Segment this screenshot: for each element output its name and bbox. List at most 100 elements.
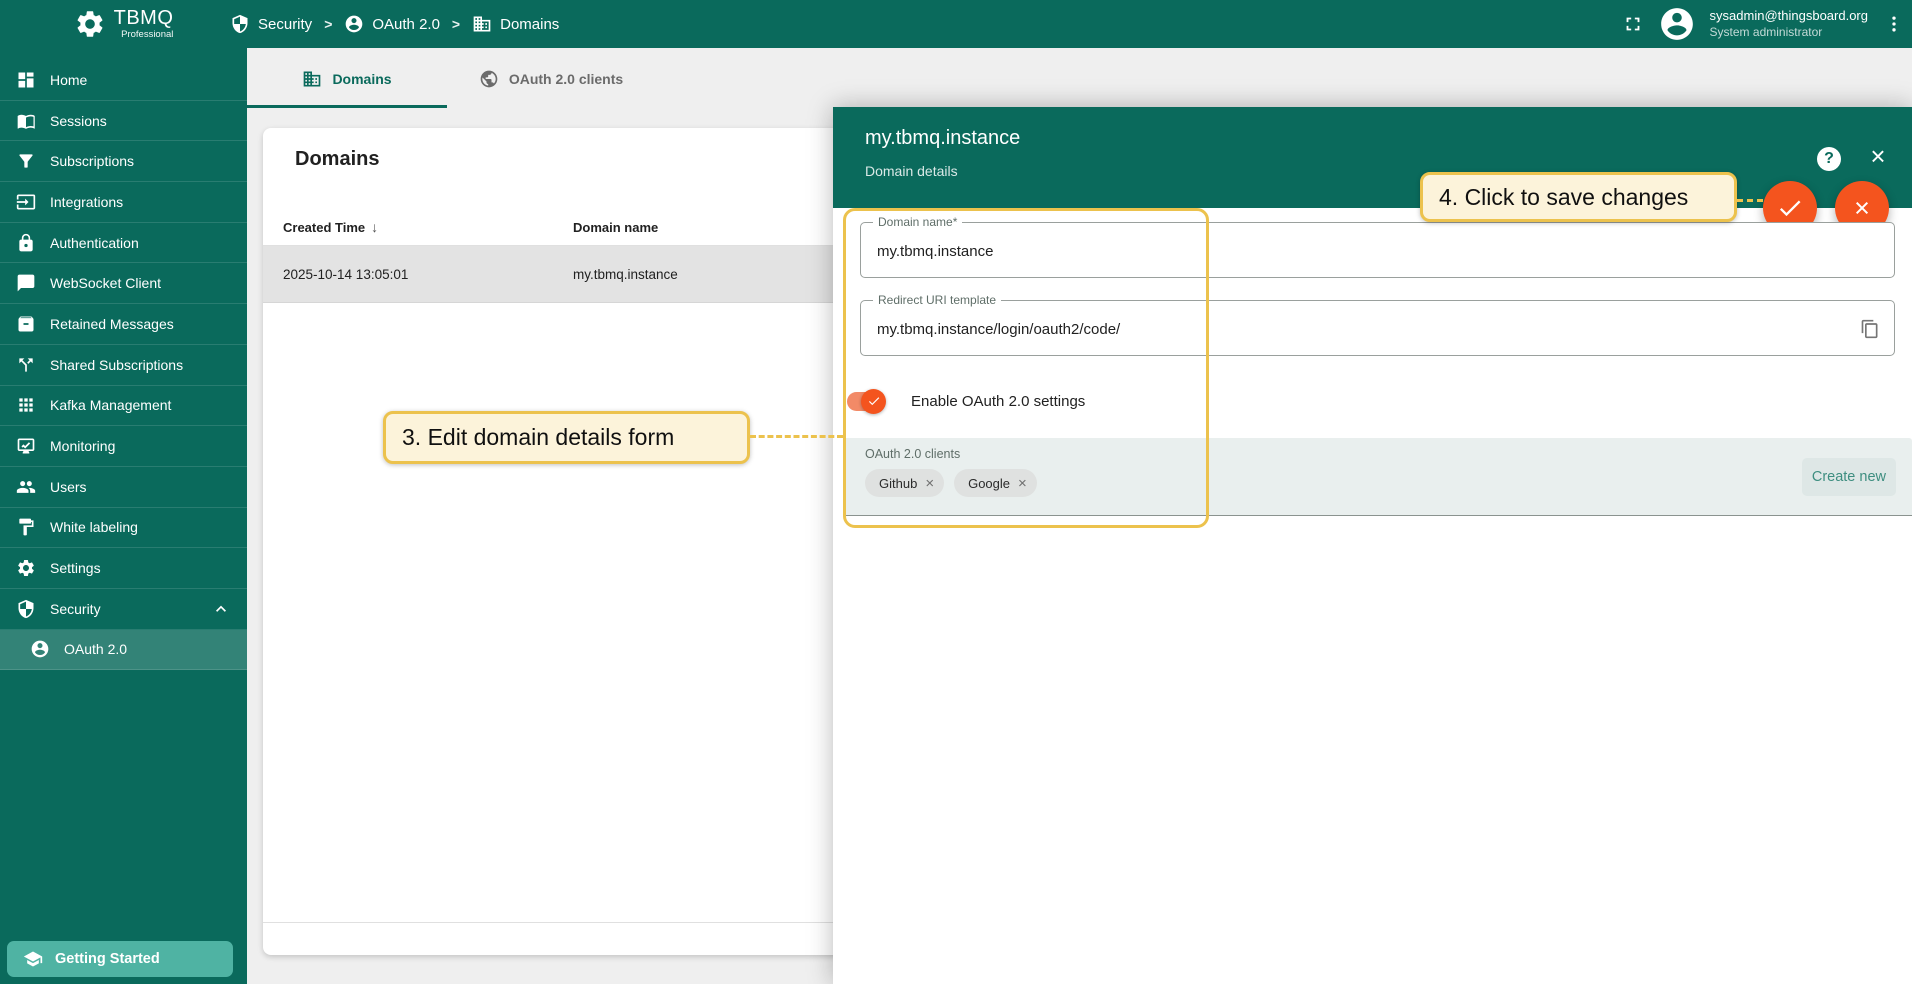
- chevron-up-icon: [211, 599, 231, 619]
- domain-name-field[interactable]: Domain name* my.tbmq.instance: [860, 222, 1895, 278]
- brand-logo[interactable]: TBMQ Professional: [0, 0, 247, 48]
- help-button[interactable]: ?: [1817, 147, 1841, 171]
- breadcrumb-label: Domains: [500, 16, 559, 33]
- cell-created-time: 2025-10-14 13:05:01: [283, 246, 408, 303]
- toggle-label[interactable]: Enable OAuth 2.0 settings: [911, 393, 1085, 410]
- chat-icon: [16, 273, 36, 293]
- sidebar-item-home[interactable]: Home: [0, 60, 247, 101]
- redirect-uri-input[interactable]: my.tbmq.instance/login/oauth2/code/: [877, 301, 1120, 357]
- drawer-close-button[interactable]: ×: [1863, 141, 1893, 171]
- sidebar-item-white-labeling[interactable]: White labeling: [0, 508, 247, 549]
- sidebar-item-shared-subscriptions[interactable]: Shared Subscriptions: [0, 345, 247, 386]
- sidebar-item-users[interactable]: Users: [0, 467, 247, 508]
- annotation-step3-connector: [750, 435, 843, 438]
- help-icon: ?: [1824, 150, 1834, 168]
- split-arrow-icon: [16, 355, 36, 375]
- fullscreen-button[interactable]: [1622, 13, 1644, 35]
- breadcrumb-security[interactable]: Security: [230, 14, 312, 34]
- account-circle-icon: [344, 14, 364, 34]
- copy-button[interactable]: [1856, 315, 1884, 343]
- sidebar-item-authentication[interactable]: Authentication: [0, 223, 247, 264]
- sidebar-item-security[interactable]: Security: [0, 589, 247, 630]
- breadcrumb-domains[interactable]: Domains: [472, 14, 559, 34]
- column-header-domain-name[interactable]: Domain name: [573, 208, 658, 246]
- getting-started-button[interactable]: Getting Started: [7, 941, 233, 977]
- drawer-header: my.tbmq.instance Domain details ? ×: [833, 107, 1912, 208]
- sidebar-item-retained-messages[interactable]: Retained Messages: [0, 304, 247, 345]
- chip-label: Github: [879, 476, 917, 491]
- archive-icon: [16, 314, 36, 334]
- oauth-clients-section: OAuth 2.0 clients Github × Google × Crea…: [843, 438, 1912, 516]
- top-bar-right: sysadmin@thingsboard.org System administ…: [1622, 0, 1904, 48]
- tbmq-logo-icon: [74, 8, 106, 40]
- user-info: sysadmin@thingsboard.org System administ…: [1710, 8, 1868, 39]
- create-new-button[interactable]: Create new: [1802, 458, 1896, 496]
- sort-desc-icon[interactable]: ↓: [371, 219, 378, 235]
- column-header-created-time[interactable]: Created Time ↓: [283, 208, 378, 246]
- top-bar: TBMQ Professional Security > OAuth 2.0 >…: [0, 0, 1912, 48]
- domain-details-drawer: my.tbmq.instance Domain details ? × × Ap…: [833, 107, 1912, 984]
- close-icon: ×: [1854, 195, 1870, 222]
- active-tab-underline: [247, 105, 447, 108]
- more-menu-button[interactable]: [1884, 14, 1904, 34]
- chip-label: Google: [968, 476, 1010, 491]
- sidebar-item-kafka-management[interactable]: Kafka Management: [0, 386, 247, 427]
- breadcrumb: Security > OAuth 2.0 > Domains: [230, 0, 559, 48]
- users-icon: [16, 477, 36, 497]
- sidebar: Home Sessions Subscriptions Integrations…: [0, 48, 247, 984]
- oauth-clients-label: OAuth 2.0 clients: [865, 447, 960, 461]
- dashboard-icon: [16, 70, 36, 90]
- breadcrumb-separator: >: [452, 16, 460, 32]
- tab-bar: Domains OAuth 2.0 clients: [247, 48, 1912, 110]
- sidebar-item-monitoring[interactable]: Monitoring: [0, 426, 247, 467]
- tbmq-app: TBMQ Professional Security > OAuth 2.0 >…: [0, 0, 1912, 984]
- enable-oauth-toggle[interactable]: [847, 392, 883, 411]
- close-icon: ×: [1870, 141, 1885, 171]
- shield-icon: [16, 599, 36, 619]
- sidebar-item-websocket-client[interactable]: WebSocket Client: [0, 263, 247, 304]
- sidebar-item-integrations[interactable]: Integrations: [0, 182, 247, 223]
- input-icon: [16, 192, 36, 212]
- chip-google[interactable]: Google ×: [954, 469, 1037, 497]
- chip-remove-icon[interactable]: ×: [1018, 475, 1027, 492]
- page-title: Domains: [295, 148, 379, 171]
- annotation-step3: 3. Edit domain details form: [383, 411, 750, 464]
- annotation-step4-connector: [1737, 199, 1763, 202]
- fullscreen-icon: [1622, 13, 1644, 35]
- domain-name-input[interactable]: my.tbmq.instance: [877, 223, 993, 279]
- sidebar-item-subscriptions[interactable]: Subscriptions: [0, 141, 247, 182]
- tab-label: Domains: [332, 71, 391, 87]
- cell-domain-name: my.tbmq.instance: [573, 246, 678, 303]
- redirect-uri-field[interactable]: Redirect URI template my.tbmq.instance/l…: [860, 300, 1895, 356]
- breadcrumb-label: OAuth 2.0: [372, 16, 440, 33]
- more-vert-icon: [1884, 14, 1904, 34]
- shield-icon: [230, 14, 250, 34]
- copy-icon: [1860, 319, 1880, 339]
- sidebar-item-oauth2[interactable]: OAuth 2.0: [0, 630, 247, 671]
- school-icon: [23, 949, 43, 969]
- breadcrumb-separator: >: [324, 16, 332, 32]
- filter-icon: [16, 151, 36, 171]
- apps-grid-icon: [16, 395, 36, 415]
- chip-github[interactable]: Github ×: [865, 469, 944, 497]
- domain-icon: [302, 69, 322, 89]
- tab-oauth-clients[interactable]: OAuth 2.0 clients: [447, 48, 655, 110]
- brand-name: TBMQ: [114, 8, 174, 28]
- user-role: System administrator: [1710, 25, 1868, 40]
- annotation-step4: 4. Click to save changes: [1420, 172, 1737, 222]
- sidebar-item-sessions[interactable]: Sessions: [0, 101, 247, 142]
- chip-remove-icon[interactable]: ×: [925, 475, 934, 492]
- tab-domains[interactable]: Domains: [247, 48, 447, 110]
- domain-icon: [472, 14, 492, 34]
- sidebar-item-settings[interactable]: Settings: [0, 548, 247, 589]
- breadcrumb-oauth[interactable]: OAuth 2.0: [344, 14, 440, 34]
- gear-icon: [16, 558, 36, 578]
- drawer-subtitle: Domain details: [865, 163, 958, 179]
- globe-icon: [479, 69, 499, 89]
- book-icon: [16, 111, 36, 131]
- user-email: sysadmin@thingsboard.org: [1710, 8, 1868, 24]
- oauth-clients-chips: Github × Google ×: [865, 469, 1037, 497]
- check-icon: [1776, 194, 1804, 222]
- avatar[interactable]: [1658, 5, 1696, 43]
- breadcrumb-label: Security: [258, 16, 312, 33]
